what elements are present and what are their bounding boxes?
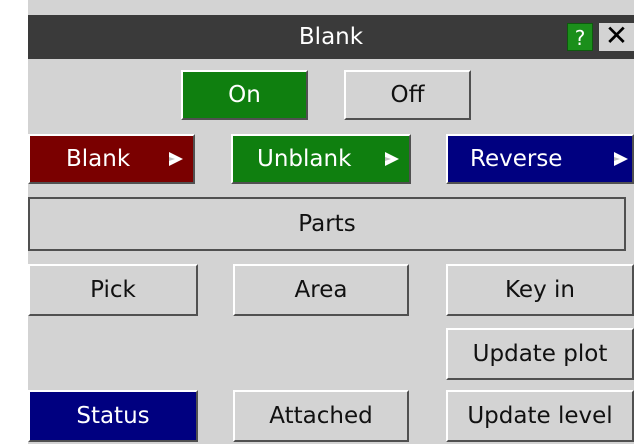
entity-type-label: Parts bbox=[298, 211, 356, 237]
key-in-button[interactable]: Key in bbox=[446, 264, 634, 316]
help-button[interactable]: ? bbox=[567, 23, 593, 51]
unblank-mode-button[interactable]: Unblank bbox=[231, 134, 411, 184]
off-label: Off bbox=[390, 82, 425, 108]
status-button[interactable]: Status bbox=[28, 390, 198, 442]
update-level-button[interactable]: Update level bbox=[446, 390, 634, 442]
update-plot-label: Update plot bbox=[472, 341, 608, 367]
blank-mode-button[interactable]: Blank bbox=[28, 134, 195, 184]
key-in-label: Key in bbox=[505, 277, 575, 303]
left-white-strip bbox=[0, 0, 28, 444]
close-button[interactable]: ✕ bbox=[599, 22, 634, 51]
reverse-mode-label: Reverse bbox=[470, 146, 563, 172]
blank-panel: Blank ? ✕ On Off Blank Unblank Reverse P… bbox=[0, 0, 634, 444]
off-button[interactable]: Off bbox=[344, 70, 471, 120]
blank-mode-label: Blank bbox=[66, 146, 131, 172]
pick-button[interactable]: Pick bbox=[28, 264, 198, 316]
window-title: Blank bbox=[298, 24, 364, 50]
title-bar: Blank bbox=[28, 15, 634, 59]
area-button[interactable]: Area bbox=[233, 264, 409, 316]
update-level-label: Update level bbox=[467, 403, 613, 429]
on-button[interactable]: On bbox=[181, 70, 308, 120]
area-label: Area bbox=[294, 277, 348, 303]
entity-type-selector[interactable]: Parts bbox=[28, 197, 626, 251]
attached-button[interactable]: Attached bbox=[233, 390, 409, 442]
submenu-arrow-icon bbox=[614, 152, 628, 166]
attached-label: Attached bbox=[269, 403, 373, 429]
status-label: Status bbox=[76, 403, 150, 429]
submenu-arrow-icon bbox=[169, 152, 183, 166]
update-plot-button[interactable]: Update plot bbox=[446, 328, 634, 380]
on-label: On bbox=[228, 82, 261, 108]
pick-label: Pick bbox=[90, 277, 136, 303]
reverse-mode-button[interactable]: Reverse bbox=[446, 134, 634, 184]
unblank-mode-label: Unblank bbox=[257, 146, 352, 172]
close-icon: ✕ bbox=[604, 19, 629, 52]
submenu-arrow-icon bbox=[385, 152, 399, 166]
